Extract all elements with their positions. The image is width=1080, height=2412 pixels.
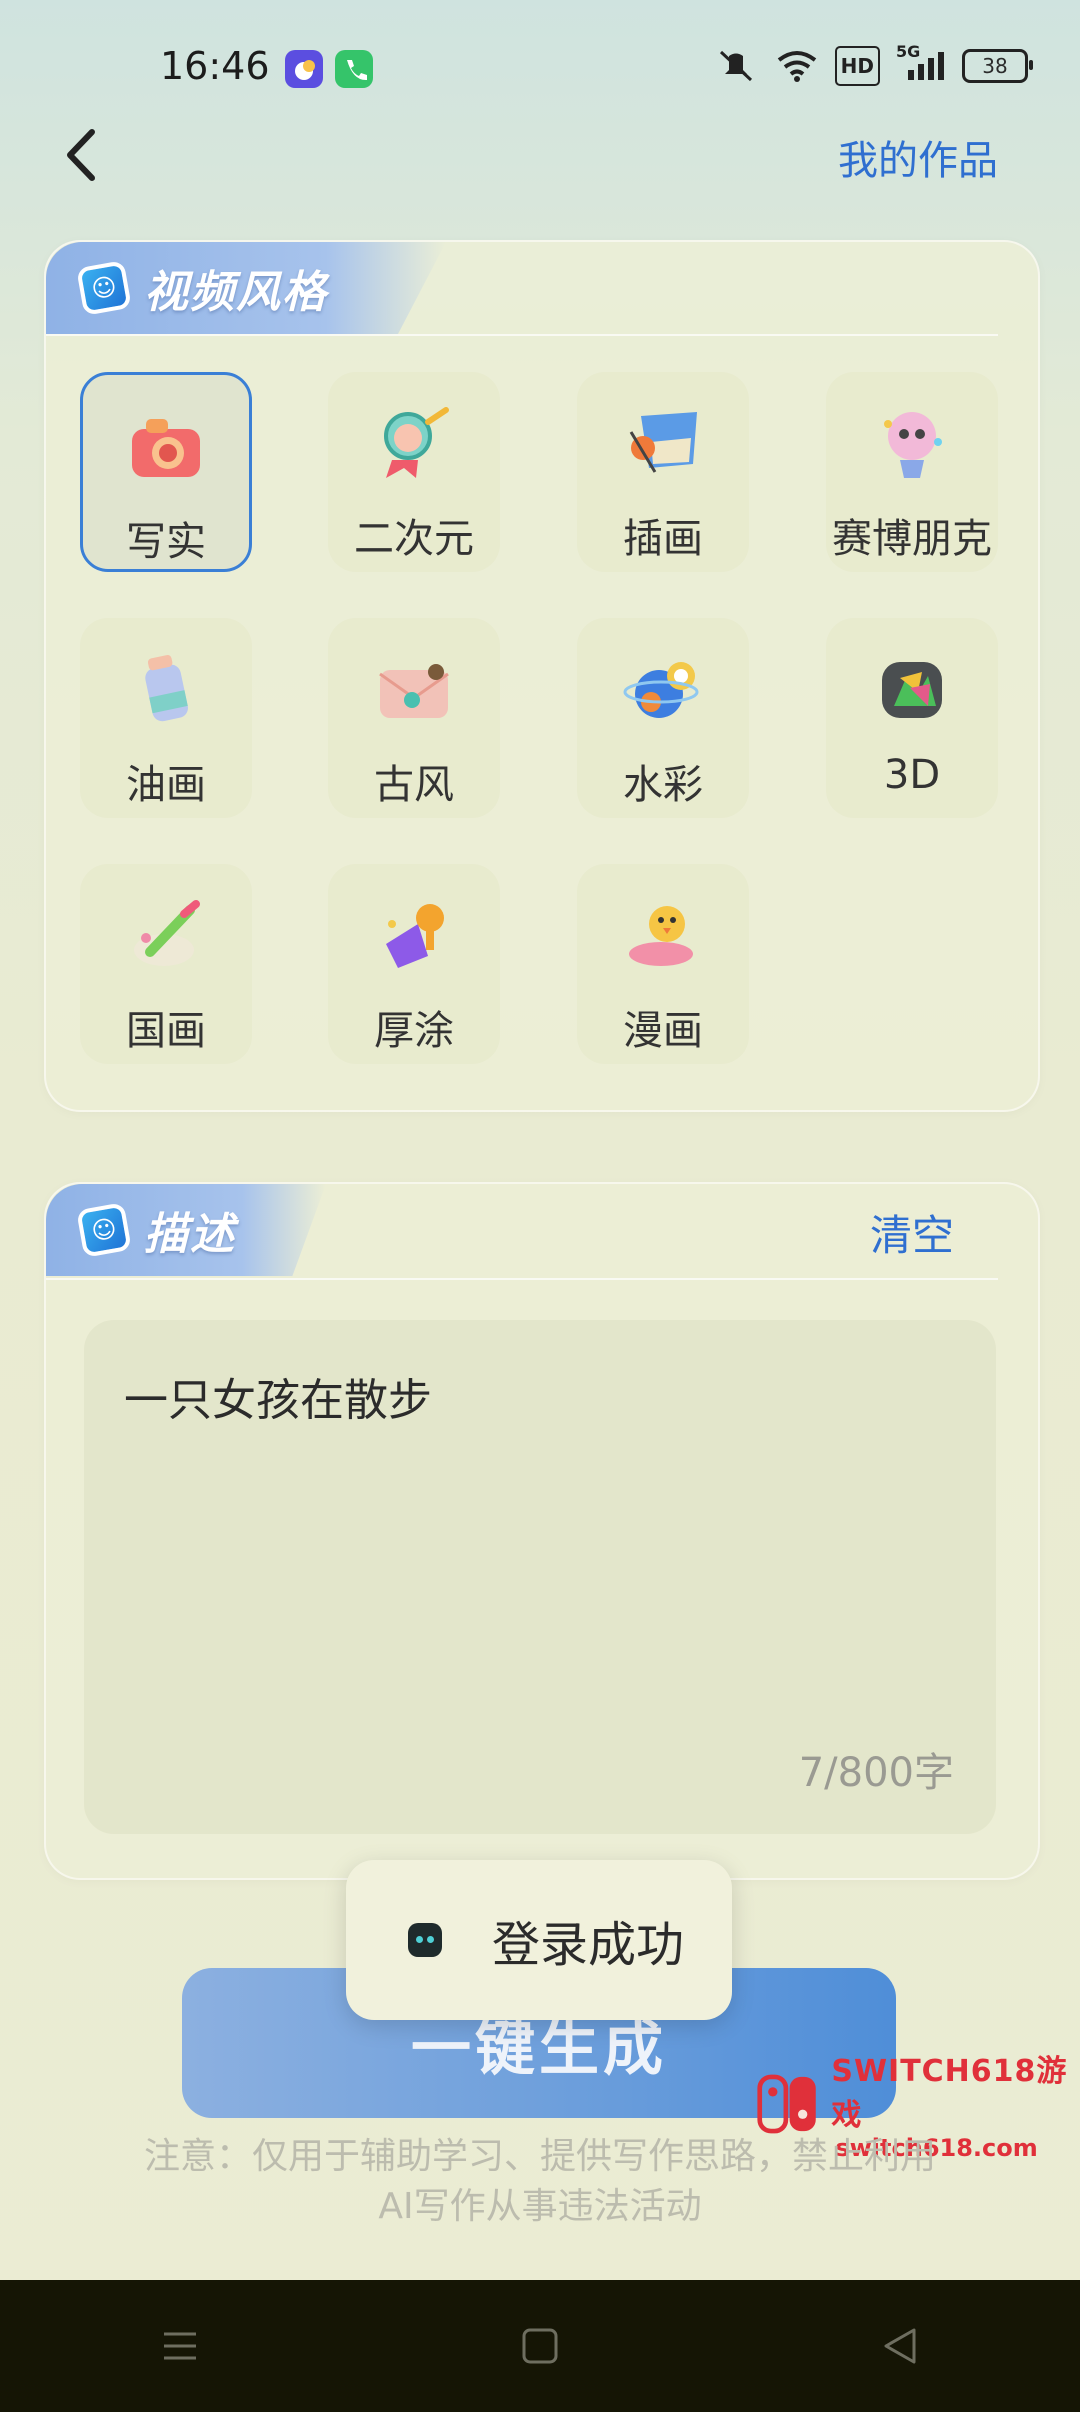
style-option-label: 国画 bbox=[126, 1008, 206, 1054]
char-counter: 7/800字 bbox=[798, 1750, 954, 1796]
style-option-3[interactable]: 插画 bbox=[577, 372, 749, 572]
home-nav-button[interactable] bbox=[480, 2301, 600, 2391]
style-option-label: 插画 bbox=[623, 516, 703, 562]
style-option-2[interactable]: 二次元 bbox=[328, 372, 500, 572]
style-option-label: 赛博朋克 bbox=[832, 516, 992, 562]
ai-badge-icon: ☺ bbox=[76, 1202, 132, 1258]
style-option-9[interactable]: 国画 bbox=[80, 864, 252, 1064]
style-option-label: 写实 bbox=[126, 519, 206, 565]
style-option-1[interactable]: 写实 bbox=[80, 372, 252, 572]
brush-palette-icon bbox=[124, 894, 208, 978]
back-triangle-icon bbox=[884, 2328, 916, 2364]
watermark-title: SWITCH618游戏 bbox=[831, 2054, 1068, 2133]
login-success-toast: 登录成功 bbox=[346, 1860, 732, 2020]
hd-badge: HD bbox=[834, 46, 880, 86]
oil-paint-tube-icon bbox=[124, 648, 208, 732]
watercolor-planet-icon bbox=[621, 648, 705, 732]
weather-app-icon bbox=[285, 50, 323, 88]
home-square-icon bbox=[522, 2328, 558, 2364]
camera-icon bbox=[124, 405, 208, 489]
menu-icon bbox=[164, 2332, 196, 2360]
thick-paint-icon bbox=[372, 894, 456, 978]
back-nav-button[interactable] bbox=[840, 2301, 960, 2391]
style-option-label: 古风 bbox=[374, 762, 454, 808]
video-style-header: ☺ 视频风格 bbox=[46, 242, 446, 334]
my-works-link[interactable]: 我的作品 bbox=[838, 128, 998, 186]
clear-button[interactable]: 清空 bbox=[870, 1202, 954, 1263]
style-option-7[interactable]: 水彩 bbox=[577, 618, 749, 818]
illustration-frame-icon bbox=[621, 402, 705, 486]
status-time: 16:46 bbox=[160, 44, 270, 88]
status-indicators: HD 5G 38 bbox=[713, 42, 1033, 86]
disclaimer-line-1: 注意：仅用于辅助学习、提供写作思路，禁止利用 bbox=[143, 2136, 936, 2177]
menu-nav-button[interactable] bbox=[120, 2301, 240, 2391]
network-type-label: 5G bbox=[896, 42, 921, 61]
disclaimer-notice: 注意：仅用于辅助学习、提供写作思路，禁止利用 AI写作从事违法活动 bbox=[0, 2132, 1080, 2232]
ancient-envelope-icon bbox=[372, 648, 456, 732]
style-option-8[interactable]: 3D bbox=[826, 618, 998, 818]
style-option-4[interactable]: 赛博朋克 bbox=[826, 372, 998, 572]
divider bbox=[46, 334, 998, 336]
style-option-11[interactable]: 漫画 bbox=[577, 864, 749, 1064]
system-nav-bar bbox=[0, 2280, 1080, 2412]
toast-text: 登录成功 bbox=[492, 1917, 685, 1973]
back-button[interactable] bbox=[52, 120, 112, 190]
style-option-label: 3D bbox=[883, 752, 941, 798]
style-option-5[interactable]: 油画 bbox=[80, 618, 252, 818]
signal-icon: 5G bbox=[896, 42, 946, 84]
style-option-label: 漫画 bbox=[623, 1008, 703, 1054]
comic-duck-icon bbox=[621, 894, 705, 978]
video-style-title: 视频风格 bbox=[144, 267, 328, 318]
divider bbox=[46, 1278, 998, 1280]
description-header: ☺ 描述 bbox=[46, 1184, 326, 1276]
wifi-icon bbox=[775, 48, 819, 84]
phone-app-icon bbox=[335, 50, 373, 88]
chevron-left-icon bbox=[67, 129, 95, 181]
ai-badge-icon: ☺ bbox=[76, 260, 132, 316]
description-text[interactable]: 一只女孩在散步 bbox=[124, 1364, 432, 1428]
description-title: 描述 bbox=[144, 1209, 236, 1260]
app-robot-icon bbox=[408, 1923, 442, 1957]
style-option-label: 厚涂 bbox=[374, 1008, 454, 1054]
cyberpunk-bulb-icon bbox=[870, 402, 954, 486]
disclaimer-line-2: AI写作从事违法活动 bbox=[378, 2186, 702, 2227]
style-option-label: 水彩 bbox=[623, 762, 703, 808]
anime-magnifier-icon bbox=[372, 402, 456, 486]
battery-level: 38 bbox=[982, 54, 1008, 78]
mute-icon bbox=[713, 48, 759, 84]
style-option-6[interactable]: 古风 bbox=[328, 618, 500, 818]
style-option-10[interactable]: 厚涂 bbox=[328, 864, 500, 1064]
battery-icon: 38 bbox=[962, 49, 1033, 83]
3d-block-icon bbox=[870, 648, 954, 732]
style-option-label: 二次元 bbox=[354, 516, 474, 562]
switch-logo-icon bbox=[757, 2074, 816, 2134]
style-option-label: 油画 bbox=[126, 762, 206, 808]
